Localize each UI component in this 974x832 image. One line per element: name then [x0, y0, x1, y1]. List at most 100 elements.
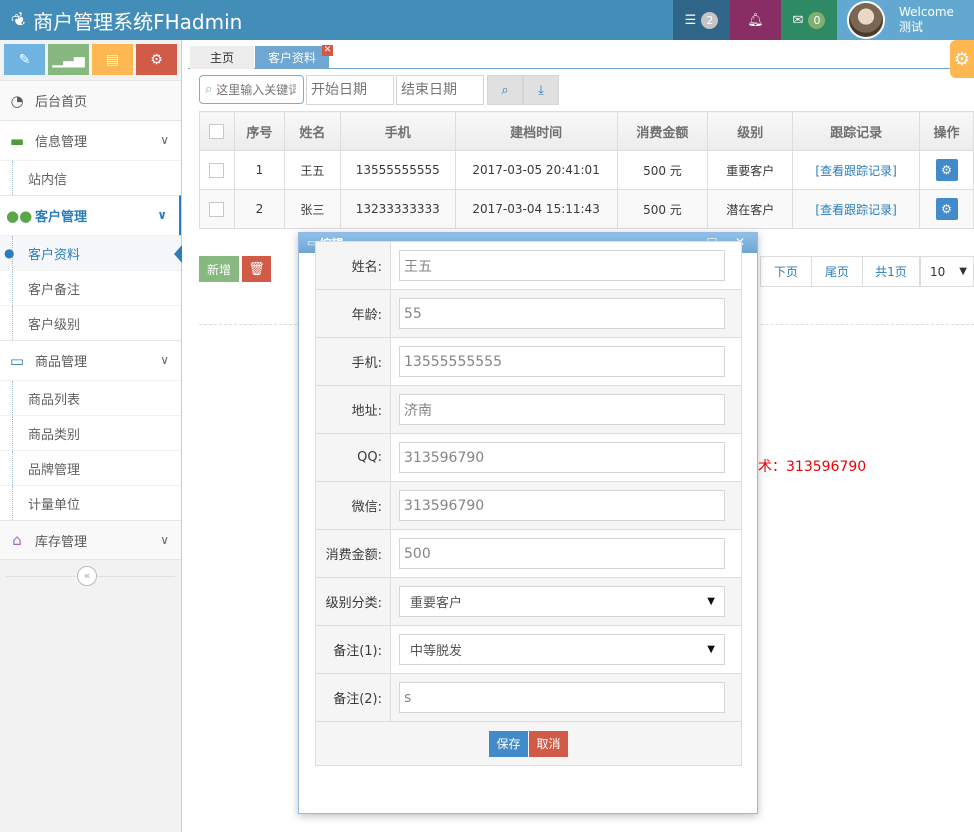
search-button[interactable]: ⌕	[487, 75, 523, 105]
export-button[interactable]: ⤓	[523, 75, 559, 105]
save-button[interactable]: 保存	[489, 730, 528, 757]
welcome-text: Welcome	[899, 5, 954, 19]
level-select[interactable]: 重要客户 ▼	[399, 586, 725, 617]
track-record-link[interactable]: [查看跟踪记录]	[815, 164, 896, 178]
sidebar-subitem-units[interactable]: 计量单位	[0, 485, 181, 520]
start-date-input[interactable]	[306, 75, 394, 105]
column-header[interactable]: 序号	[233, 111, 285, 151]
shortcut-signal[interactable]: ▁▃▅	[48, 44, 89, 75]
column-header[interactable]: 建档时间	[454, 111, 618, 151]
notifications-menu[interactable]: 🔔︎	[730, 0, 781, 40]
shortcut-cogs[interactable]: ⚙	[136, 44, 177, 75]
messages-menu[interactable]: ✉ 0	[781, 0, 837, 40]
add-button[interactable]: 新增	[199, 256, 239, 282]
cell-amount: 500 元	[616, 189, 709, 229]
tab-home[interactable]: 主页	[190, 46, 254, 69]
row-checkbox[interactable]	[209, 162, 225, 178]
qq-field[interactable]: 313596790	[399, 442, 725, 473]
chevron-down-icon: ∨	[160, 133, 169, 147]
sidebar-subitem-label: 客户资料	[28, 247, 81, 263]
username: 测试	[899, 20, 924, 34]
search-box: ⌕	[199, 75, 304, 104]
column-header[interactable]: 级别	[707, 111, 794, 151]
end-date-input[interactable]	[396, 75, 484, 105]
user-menu[interactable]: Welcome 测试	[837, 0, 974, 40]
cancel-button[interactable]: 取消	[529, 730, 568, 757]
track-record-link[interactable]: [查看跟踪记录]	[815, 203, 896, 217]
gear-icon: ⚙	[941, 202, 952, 216]
sidebar-subitem-product-list[interactable]: 商品列表	[0, 380, 181, 415]
double-angle-left-icon[interactable]: «	[77, 566, 97, 586]
close-icon[interactable]: ✕	[322, 45, 333, 56]
pager-total: 共1页	[862, 256, 920, 287]
column-header[interactable]: 消费金额	[616, 111, 709, 151]
note2-field[interactable]: s	[399, 682, 725, 713]
tasks-menu[interactable]: ☰ 2	[673, 0, 730, 40]
field-cell: 500	[390, 529, 742, 578]
search-icon: ⌕	[501, 82, 509, 98]
row-settings-button[interactable]: ⚙	[935, 198, 958, 220]
form-buttons: 保存 取消	[315, 721, 742, 766]
column-header[interactable]: 手机	[339, 111, 456, 151]
amount-field[interactable]: 500	[399, 538, 725, 569]
book-icon: ▤	[105, 51, 120, 68]
sidebar-item-inventory[interactable]: ⌂ 库存管理 ∨	[0, 520, 181, 560]
sidebar-subitem-label: 品牌管理	[28, 462, 81, 478]
sidebar-subitem-customer-data[interactable]: ● 客户资料	[0, 235, 182, 270]
form-row: 地址: 济南	[315, 385, 742, 434]
settings-gear-icon[interactable]: ⚙	[950, 40, 974, 78]
pager-next[interactable]: 下页	[760, 256, 812, 287]
table-row: 2 张三 13233333333 2017-03-04 15:11:43 500…	[199, 189, 974, 229]
cell-level: 重要客户	[707, 150, 794, 190]
sidebar-item-dashboard[interactable]: ◔ 后台首页	[0, 80, 181, 120]
column-header[interactable]: 跟踪记录	[792, 111, 920, 151]
wechat-field[interactable]: 313596790	[399, 490, 725, 521]
search-input[interactable]	[216, 82, 297, 97]
cell-name: 张三	[283, 189, 341, 229]
sidebar-item-label: 后台首页	[35, 95, 88, 110]
page-size-select[interactable]: 10 ▼	[920, 256, 974, 287]
select-all-checkbox[interactable]	[209, 123, 225, 139]
leaf-icon: ❦	[7, 7, 32, 33]
sidebar-item-products[interactable]: ▭ 商品管理 ∨	[0, 340, 181, 380]
name-field[interactable]: 王五	[399, 250, 725, 281]
field-label: 备注(1):	[315, 625, 391, 674]
sidebar-item-info[interactable]: ▬ 信息管理 ∨	[0, 120, 181, 160]
select-all-cell	[199, 111, 235, 151]
level-select-value: 重要客户	[410, 596, 463, 611]
row-checkbox[interactable]	[209, 201, 225, 217]
trash-icon: 🗑︎	[248, 261, 265, 277]
brand[interactable]: ❦ 商户管理系统FHadmin	[8, 0, 243, 40]
shortcut-pencil[interactable]: ✎	[4, 44, 45, 75]
shortcut-book[interactable]: ▤	[92, 44, 133, 75]
field-label: 手机:	[315, 337, 391, 386]
caret-down-icon: ▼	[707, 596, 715, 607]
cell-amount: 500 元	[616, 150, 709, 190]
sidebar-subitem-brands[interactable]: 品牌管理	[0, 450, 181, 485]
sidebar-subitem-product-categories[interactable]: 商品类别	[0, 415, 181, 450]
table-header-row: 序号 姓名 手机 建档时间 消费金额 级别 跟踪记录 操作	[199, 111, 974, 151]
sidebar-subitem-customer-notes[interactable]: 客户备注	[0, 270, 181, 305]
form-row: 年龄: 55	[315, 289, 742, 338]
row-settings-button[interactable]: ⚙	[935, 159, 958, 181]
address-field[interactable]: 济南	[399, 394, 725, 425]
caret-down-icon: ▼	[959, 266, 967, 277]
column-header[interactable]: 姓名	[283, 111, 341, 151]
column-header[interactable]: 操作	[919, 111, 974, 151]
row-select-cell	[199, 150, 235, 190]
sidebar-item-customers[interactable]: ●● 客户管理 ∨	[0, 195, 181, 235]
sidebar: ✎ ▁▃▅ ▤ ⚙ ◔ 后台首页 ▬ 信息管理 ∨ 站内信 ●● 客户管理 ∨ …	[0, 40, 182, 832]
delete-button[interactable]: 🗑︎	[242, 256, 271, 282]
pager-last[interactable]: 尾页	[811, 256, 863, 287]
sidebar-subitem-messages[interactable]: 站内信	[0, 160, 181, 195]
form-row: 姓名: 王五	[315, 241, 742, 290]
sidebar-item-label: 商品管理	[35, 355, 88, 370]
phone-field[interactable]: 13555555555	[399, 346, 725, 377]
sidebar-subitem-customer-levels[interactable]: 客户级别	[0, 305, 181, 340]
tasks-icon: ☰	[684, 12, 697, 28]
age-field[interactable]: 55	[399, 298, 725, 329]
tasks-badge: 2	[701, 11, 719, 29]
note1-select[interactable]: 中等脱发 ▼	[399, 634, 725, 665]
tab-customer-data[interactable]: 客户资料	[255, 46, 329, 69]
sidebar-subitem-label: 客户级别	[28, 317, 81, 333]
